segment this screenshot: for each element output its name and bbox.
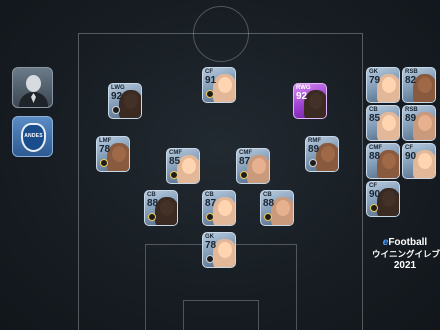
player-portrait	[377, 74, 399, 102]
logo-year: 2021	[393, 259, 417, 271]
bench-card-cmf[interactable]: CMF 88	[366, 143, 400, 179]
bench-card-cf-1[interactable]: CF 90	[402, 143, 436, 179]
player-portrait	[304, 90, 326, 118]
manager-card[interactable]	[12, 67, 53, 108]
club-badge-icon	[206, 213, 214, 221]
club-badge-icon	[100, 159, 108, 167]
player-card-rmf[interactable]: RMF 89	[305, 136, 339, 172]
logo-brand-text: Football	[388, 237, 428, 248]
card-rating: 88	[263, 198, 275, 209]
player-portrait	[119, 90, 141, 118]
efootball-logo: eFootball ウイニングイレブン 2021	[372, 238, 440, 271]
player-portrait	[177, 155, 199, 183]
player-card-lmf[interactable]: LMF 78	[96, 136, 130, 172]
card-rating: 82	[405, 75, 417, 86]
card-rating: 85	[369, 113, 381, 124]
manager-silhouette-icon	[26, 75, 41, 92]
bench-card-cf-2[interactable]: CF 90	[366, 181, 400, 217]
logo-brand: eFootball	[372, 238, 438, 248]
player-portrait	[413, 74, 435, 102]
card-rating: 92	[111, 91, 123, 102]
club-badge-icon	[206, 90, 214, 98]
player-portrait	[213, 239, 235, 267]
player-portrait	[213, 74, 235, 102]
player-card-cf[interactable]: CF 91	[202, 67, 236, 103]
player-portrait	[155, 197, 177, 225]
card-rating: 91	[205, 75, 217, 86]
player-card-cb-center[interactable]: CB 87	[202, 190, 236, 226]
card-rating: 89	[405, 113, 417, 124]
player-portrait	[377, 150, 399, 178]
card-rating: 88	[147, 198, 159, 209]
card-rating: 78	[205, 240, 217, 251]
card-rating: 90	[405, 151, 417, 162]
bench-card-gk[interactable]: GK 79	[366, 67, 400, 103]
club-badge-icon	[112, 106, 120, 114]
player-card-lwg[interactable]: LWG 92	[108, 83, 142, 119]
goal-box	[183, 300, 259, 330]
card-rating: 79	[369, 75, 381, 86]
card-rating: 89	[308, 144, 320, 155]
team-crest-icon: ANDES	[21, 123, 46, 152]
player-portrait	[213, 197, 235, 225]
logo-japanese-title: ウイニングイレブン	[372, 249, 440, 259]
player-card-rwg[interactable]: RWG 92	[293, 83, 327, 119]
player-card-cb-left[interactable]: CB 88	[144, 190, 178, 226]
bench-card-rsb-2[interactable]: RSB 89	[402, 105, 436, 141]
club-badge-icon	[264, 213, 272, 221]
club-badge-icon	[170, 171, 178, 179]
card-rating: 78	[99, 144, 111, 155]
team-card[interactable]: ANDES	[12, 116, 53, 157]
bench-card-cb[interactable]: CB 85	[366, 105, 400, 141]
card-rating: 85	[169, 156, 181, 167]
player-card-gk[interactable]: GK 78	[202, 232, 236, 268]
player-card-cmf-left[interactable]: CMF 85	[166, 148, 200, 184]
player-card-cb-right[interactable]: CB 88	[260, 190, 294, 226]
player-portrait	[271, 197, 293, 225]
club-badge-icon	[148, 213, 156, 221]
club-badge-icon	[370, 204, 378, 212]
player-portrait	[413, 112, 435, 140]
card-rating: 92	[296, 91, 308, 102]
card-rating: 88	[369, 151, 381, 162]
player-portrait	[413, 150, 435, 178]
club-badge-icon	[240, 171, 248, 179]
player-portrait	[316, 143, 338, 171]
player-portrait	[107, 143, 129, 171]
card-rating: 87	[205, 198, 217, 209]
player-portrait	[247, 155, 269, 183]
player-portrait	[377, 112, 399, 140]
player-portrait	[377, 188, 399, 216]
team-crest-text: ANDES	[24, 133, 43, 139]
player-card-cmf-right[interactable]: CMF 87	[236, 148, 270, 184]
club-badge-icon	[309, 159, 317, 167]
club-badge-icon	[206, 255, 214, 263]
card-rating: 87	[239, 156, 251, 167]
center-circle	[193, 6, 249, 62]
bench-card-rsb-1[interactable]: RSB 82	[402, 67, 436, 103]
card-rating: 90	[369, 189, 381, 200]
